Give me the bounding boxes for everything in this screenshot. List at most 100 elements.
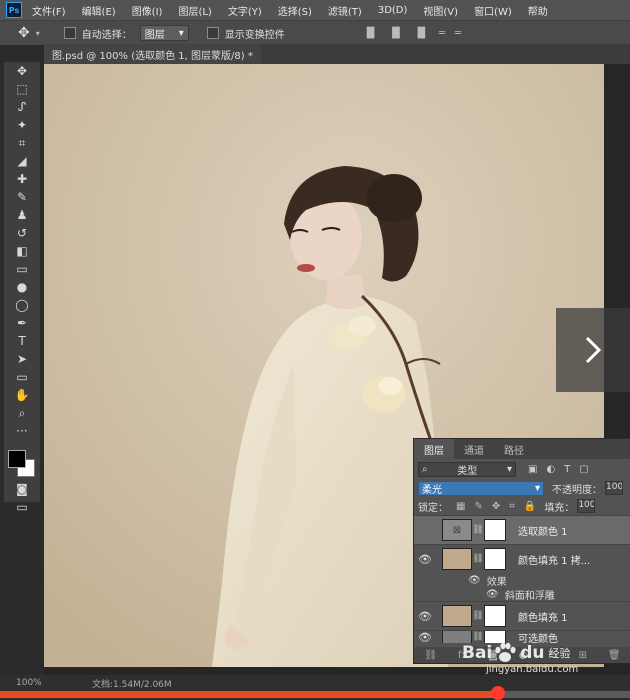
align-right-icon[interactable]: ▐▌ <box>414 28 429 39</box>
blend-mode-dropdown[interactable]: 柔光 ▾ <box>418 480 544 496</box>
lock-artboard-icon[interactable]: ⌗ <box>509 501 515 512</box>
layer-mask-thumbnail[interactable] <box>484 605 506 627</box>
video-progress-bar[interactable] <box>0 691 630 698</box>
eye-icon[interactable]: 👁 <box>414 610 436 623</box>
baidu-jingyan-label: 经验 <box>548 647 571 660</box>
lock-label: 锁定： <box>418 502 448 514</box>
auto-select-checkbox[interactable] <box>63 27 76 39</box>
layer-filter-value: 类型 <box>457 465 478 477</box>
show-transform-checkbox[interactable] <box>206 27 219 39</box>
history-brush-icon[interactable]: ↺ <box>4 224 40 242</box>
adjustment-filter-icon[interactable]: ◐ <box>546 464 555 475</box>
eye-icon[interactable]: 👁 <box>414 553 436 566</box>
status-bar: 100% 文档:1.54M/2.06M <box>0 675 630 691</box>
zoom-level[interactable]: 100% <box>16 678 72 688</box>
menu-type[interactable]: 文字(Y) <box>228 3 262 18</box>
tab-paths[interactable]: 路径 <box>494 439 534 459</box>
menu-help[interactable]: 帮助 <box>528 3 548 18</box>
eye-icon[interactable]: 👁 <box>414 631 436 643</box>
rectangle-icon[interactable]: ▭ <box>4 368 40 386</box>
menu-window[interactable]: 窗口(W) <box>474 3 512 18</box>
eyedropper-icon[interactable]: ◢ <box>4 152 40 170</box>
layer-mask-thumbnail[interactable] <box>484 548 506 570</box>
chevron-down-icon[interactable]: ▾ <box>36 29 40 38</box>
crop-icon[interactable]: ⌗ <box>4 134 40 152</box>
type-icon[interactable]: T <box>4 332 40 350</box>
layer-row[interactable]: 👁 ⛓ 颜色填充 1 <box>414 601 630 630</box>
align-left-icon[interactable]: ▐▌ <box>363 28 378 39</box>
layer-filter-dropdown[interactable]: ⌕ 类型 ▾ <box>418 461 516 477</box>
dodge-icon[interactable]: ◯ <box>4 296 40 314</box>
distribute-icon[interactable]: ═ <box>439 28 445 39</box>
healing-brush-icon[interactable]: ✚ <box>4 170 40 188</box>
document-title: 图.psd @ 100% (选取颜色 1, 图层蒙版/8) * <box>52 50 253 62</box>
baidu-watermark: Bai du 经验 <box>460 642 571 664</box>
link-icon: ⛓ <box>472 632 484 642</box>
blur-icon[interactable]: ● <box>4 278 40 296</box>
chevron-down-icon: ▾ <box>534 482 540 494</box>
trash-icon[interactable]: 🗑 <box>608 650 621 661</box>
eraser-icon[interactable]: ◧ <box>4 242 40 260</box>
layer-row[interactable]: ⊠ ⛓ 选取颜色 1 <box>414 515 630 544</box>
brush-icon[interactable]: ✎ <box>4 188 40 206</box>
tab-layers[interactable]: 图层 <box>414 439 454 459</box>
menu-view[interactable]: 视图(V) <box>423 3 458 18</box>
menu-3d[interactable]: 3D(D) <box>378 5 408 16</box>
type-filter-icon[interactable]: T <box>564 464 570 475</box>
layer-row[interactable]: 👁 ⛓ 颜色填充 1 拷... <box>414 544 630 573</box>
menu-layer[interactable]: 图层(L) <box>178 3 211 18</box>
more-icon[interactable]: ··· <box>4 422 40 440</box>
adjustment-thumbnail: ⊠ <box>442 519 472 541</box>
move-icon[interactable]: ✥ <box>4 62 40 80</box>
new-layer-icon[interactable]: ⊞ <box>579 650 587 661</box>
menu-filter[interactable]: 滤镜(T) <box>328 3 362 18</box>
move-tool-preset-icon[interactable]: ✥ <box>18 25 30 41</box>
layer-mask-thumbnail[interactable] <box>484 519 506 541</box>
distribute-icon[interactable]: ═ <box>455 28 461 39</box>
opacity-input[interactable]: 100 <box>605 481 623 495</box>
menu-select[interactable]: 选择(S) <box>278 3 312 18</box>
clone-stamp-icon[interactable]: ♟ <box>4 206 40 224</box>
eye-icon[interactable]: 👁 <box>486 589 499 600</box>
image-filter-icon[interactable]: ▣ <box>528 464 537 475</box>
baidu-logo-text: Bai <box>462 643 493 663</box>
blend-mode-value: 柔光 <box>422 484 442 496</box>
screen-mode-icon[interactable]: ▭ <box>4 498 40 516</box>
layer-filter-row: ⌕ 类型 ▾ ▣ ◐ T ▢ <box>414 459 630 479</box>
effects-row[interactable]: 👁 效果 <box>414 573 630 588</box>
eye-icon[interactable]: 👁 <box>468 575 481 586</box>
align-buttons: ▐▌ ▐▌ ▐▌ ═ ═ <box>363 28 461 39</box>
menu-image[interactable]: 图像(I) <box>132 3 163 18</box>
fill-input[interactable]: 100 <box>577 499 596 513</box>
gradient-icon[interactable]: ▭ <box>4 260 40 278</box>
link-layers-icon[interactable]: ⛓ <box>424 650 437 661</box>
menu-edit[interactable]: 编辑(E) <box>82 3 116 18</box>
lock-all-icon[interactable]: 🔒 <box>524 501 536 512</box>
document-tab[interactable]: 图.psd @ 100% (选取颜色 1, 图层蒙版/8) * <box>44 44 261 64</box>
fill-thumbnail <box>442 605 472 627</box>
path-select-icon[interactable]: ➤ <box>4 350 40 368</box>
lock-pixels-icon[interactable]: ✎ <box>474 501 482 512</box>
baidu-paw-icon <box>495 642 516 662</box>
tab-channels[interactable]: 通道 <box>454 439 494 459</box>
lasso-icon[interactable]: ᔑ <box>4 98 40 116</box>
carousel-next-button[interactable] <box>556 308 630 392</box>
color-swatches[interactable] <box>4 446 40 480</box>
shape-filter-icon[interactable]: ▢ <box>579 464 588 475</box>
effect-item-row[interactable]: 👁 斜面和浮雕 <box>414 587 630 602</box>
document-tab-bar: 图.psd @ 100% (选取颜色 1, 图层蒙版/8) * <box>44 44 630 64</box>
search-icon: ⌕ <box>422 463 428 475</box>
auto-select-target-dropdown[interactable]: 图层 ▾ <box>139 25 189 41</box>
align-center-icon[interactable]: ▐▌ <box>388 28 403 39</box>
marquee-icon[interactable]: ⬚ <box>4 80 40 98</box>
foreground-color-swatch[interactable] <box>8 450 26 468</box>
pen-icon[interactable]: ✒ <box>4 314 40 332</box>
magic-wand-icon[interactable]: ✦ <box>4 116 40 134</box>
menu-file[interactable]: 文件(F) <box>32 3 66 18</box>
hand-icon[interactable]: ✋ <box>4 386 40 404</box>
quick-mask-icon[interactable]: ◙ <box>4 480 40 498</box>
effects-label: 效果 <box>486 576 507 588</box>
lock-position-icon[interactable]: ✥ <box>492 501 500 512</box>
zoom-icon[interactable]: ⌕ <box>4 404 40 422</box>
lock-transparent-icon[interactable]: ▦ <box>456 501 465 512</box>
